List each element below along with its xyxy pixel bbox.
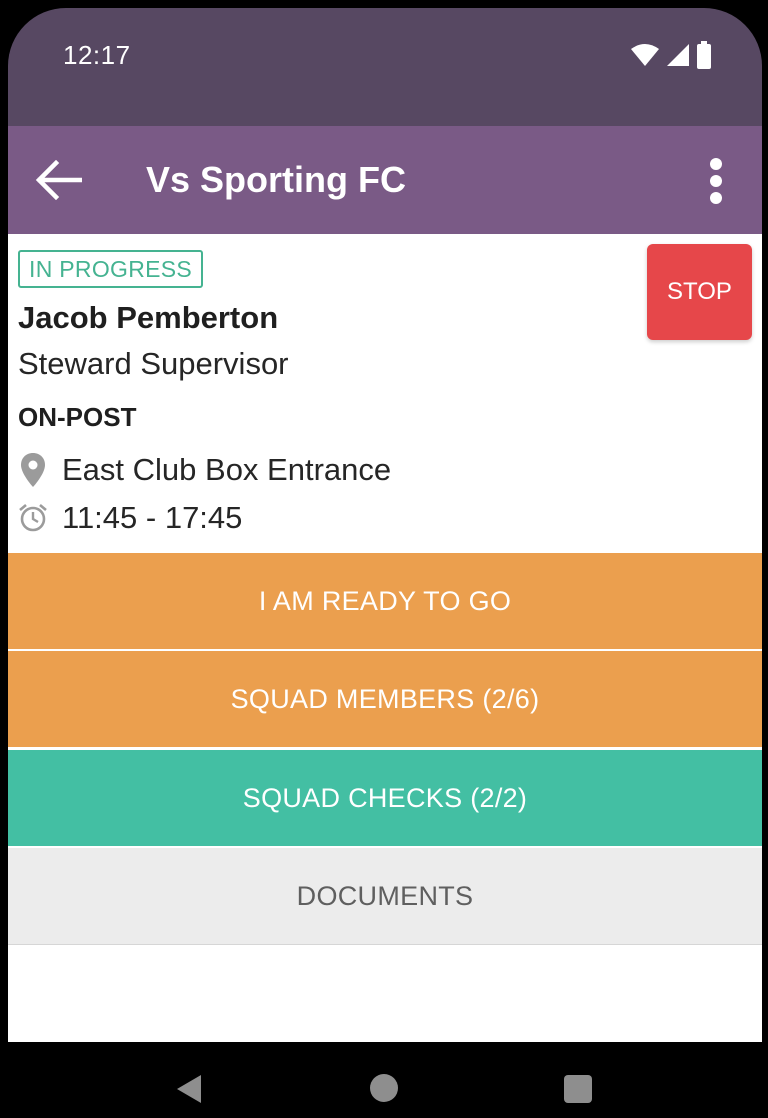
nav-home-icon[interactable] [370, 1074, 398, 1102]
nav-back-icon[interactable] [173, 1072, 207, 1106]
arrow-back-icon [35, 160, 82, 200]
more-vert-icon-dot [710, 175, 722, 187]
battery-icon [697, 41, 711, 69]
more-options-button[interactable] [700, 154, 732, 208]
location-pin-icon [18, 453, 48, 487]
assignment-details: IN PROGRESS STOP Jacob Pemberton Steward… [8, 234, 762, 1042]
more-vert-icon-dot [710, 192, 722, 204]
location-text: East Club Box Entrance [62, 452, 392, 487]
ready-to-go-button[interactable]: I AM READY TO GO [8, 553, 762, 649]
back-button[interactable] [30, 152, 86, 208]
documents-button[interactable]: DOCUMENTS [8, 848, 762, 945]
time-range-text: 11:45 - 17:45 [62, 500, 243, 535]
status-time: 12:17 [63, 40, 131, 70]
time-row: 11:45 - 17:45 [18, 500, 242, 536]
squad-members-button[interactable]: SQUAD MEMBERS (2/6) [8, 651, 762, 747]
squad-checks-button[interactable]: SQUAD CHECKS (2/2) [8, 750, 762, 846]
more-vert-icon [710, 158, 722, 170]
status-bar: 12:17 [8, 8, 762, 126]
page-title: Vs Sporting FC [146, 159, 406, 200]
phone-frame: 12:17 Vs Sporting FC IN PROGRESS STOP Ja… [8, 8, 762, 1112]
stop-button[interactable]: STOP [647, 244, 752, 340]
nav-recents-icon[interactable] [564, 1075, 592, 1103]
status-icons [630, 40, 712, 70]
alarm-clock-icon [18, 501, 48, 535]
app-bar: Vs Sporting FC [8, 126, 762, 234]
wifi-icon [631, 44, 659, 66]
status-badge: IN PROGRESS [18, 250, 204, 288]
person-role: Steward Supervisor [18, 346, 289, 381]
post-status: ON-POST [18, 402, 137, 432]
person-name: Jacob Pemberton [18, 300, 279, 335]
location-row: East Club Box Entrance [18, 452, 391, 488]
cell-signal-icon [667, 44, 689, 66]
system-nav-bar [8, 1042, 762, 1112]
